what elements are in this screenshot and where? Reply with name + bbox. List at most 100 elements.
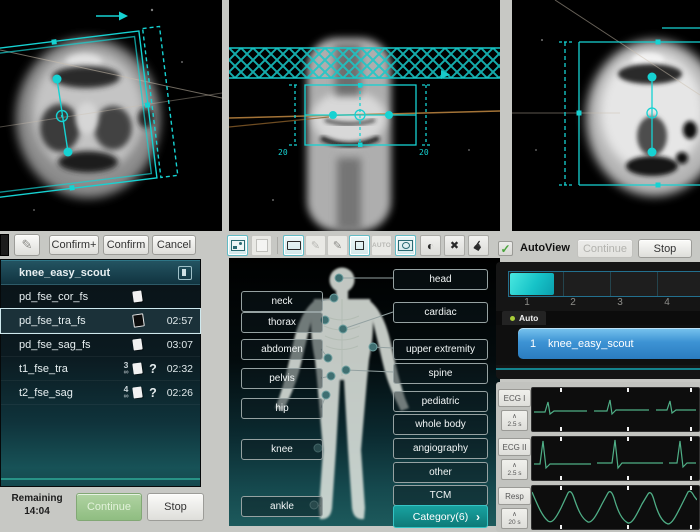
autoview-stop-button[interactable]: Stop bbox=[638, 239, 692, 258]
autoview-label: AutoView bbox=[520, 241, 570, 256]
confirm-plus-label: Confirm+ bbox=[52, 239, 97, 251]
viewport-axial-right[interactable] bbox=[512, 0, 700, 231]
confirm-button[interactable]: Confirm bbox=[103, 235, 149, 255]
fov-size-label-right: 20 bbox=[419, 148, 429, 157]
scan-row-pd-fse-tra-fs[interactable]: pd_fse_tra_fs 02:57 bbox=[1, 309, 200, 333]
auto-tab-label: Auto bbox=[519, 313, 538, 323]
clipboard-icon bbox=[132, 290, 142, 302]
slice-group-link-icon: 4∞ bbox=[119, 385, 133, 400]
fov-size-label-left: 20 bbox=[278, 148, 288, 157]
add-sat-band-button[interactable]: ✎ bbox=[327, 235, 348, 256]
bodypart-knee-button[interactable]: knee bbox=[241, 439, 323, 460]
mri-console-screen: 20 20 bbox=[0, 0, 700, 532]
ecg1-scale-button[interactable]: ∧ 2.5 s bbox=[501, 410, 528, 431]
continue-scan-button[interactable]: Continue bbox=[76, 493, 142, 521]
view-scope-button[interactable] bbox=[395, 235, 416, 256]
sequence-name: t2_fse_sag bbox=[19, 387, 119, 399]
bodypart-ankle-button[interactable]: ankle bbox=[241, 496, 323, 517]
bodypart-abdomen-button[interactable]: abdomen bbox=[241, 339, 323, 360]
resp-scale-button[interactable]: ∧ 20 s bbox=[501, 508, 528, 529]
toolbar-separator bbox=[277, 237, 278, 254]
chevron-up-icon: ∧ bbox=[512, 462, 517, 469]
bodypart-upper-extremity-button[interactable]: upper extremity bbox=[393, 339, 488, 360]
resp-trace-area bbox=[531, 485, 700, 530]
range-handle bbox=[64, 148, 73, 157]
bodypart-thorax-button[interactable]: thorax bbox=[241, 312, 323, 333]
hand-select-button[interactable]: ☛ bbox=[468, 235, 489, 256]
ecg1-label-button[interactable]: ECG I bbox=[498, 389, 531, 407]
viewport-axial-left[interactable] bbox=[0, 0, 222, 231]
ecg2-label-button[interactable]: ECG II bbox=[498, 438, 531, 456]
small-fov-tool-button[interactable] bbox=[349, 235, 370, 256]
timeline-divider-line bbox=[496, 368, 700, 370]
edit-protocol-button[interactable]: ✎ bbox=[14, 234, 40, 256]
scan-progress-fill bbox=[510, 273, 554, 295]
sequence-name: knee_easy_scout bbox=[19, 267, 119, 279]
ecg1-trace-area bbox=[531, 387, 700, 432]
scan-progress-track bbox=[508, 271, 700, 297]
exam-card-tool-button[interactable] bbox=[227, 235, 248, 256]
remaining-value: 14:04 bbox=[2, 505, 72, 518]
auto-tab[interactable]: Auto bbox=[502, 311, 546, 325]
auto-position-button[interactable]: AUTO bbox=[371, 235, 392, 256]
timeline-tick: 4 bbox=[661, 297, 673, 308]
bodypart-angiography-button[interactable]: angiography bbox=[393, 438, 488, 459]
clipboard-icon bbox=[132, 386, 142, 398]
fov-rect-tool-button[interactable] bbox=[283, 235, 304, 256]
autoview-checkbox[interactable]: ✓ bbox=[498, 241, 513, 256]
scan-row-knee-easy-scout[interactable]: knee_easy_scout bbox=[1, 260, 200, 285]
cancel-button[interactable]: Cancel bbox=[152, 235, 196, 255]
bodypart-hip-button[interactable]: hip bbox=[241, 398, 323, 419]
autoview-continue-button[interactable]: Continue bbox=[577, 239, 633, 258]
bodypart-other-button[interactable]: other bbox=[393, 462, 488, 483]
chevron-right-icon: › bbox=[476, 510, 480, 524]
chevron-up-icon: ∧ bbox=[512, 511, 517, 518]
queue-progress-line bbox=[1, 478, 200, 480]
window-level-button[interactable]: ◐ bbox=[420, 235, 441, 256]
range-handle bbox=[648, 73, 657, 82]
bodypart-whole-body-button[interactable]: whole body bbox=[393, 414, 488, 435]
remaining-time: Remaining 14:04 bbox=[2, 492, 72, 518]
scan-row-t2-fse-sag[interactable]: t2_fse_sag 4∞ ? 02:26 bbox=[1, 381, 200, 405]
stop-scan-button[interactable]: Stop bbox=[147, 493, 204, 521]
queue-strip: 1 knee_easy_scout bbox=[496, 325, 700, 365]
copy-page-tool-button[interactable] bbox=[251, 235, 272, 256]
bodypart-head-button[interactable]: head bbox=[393, 269, 488, 290]
cancel-label: Cancel bbox=[157, 239, 191, 251]
scan-row-pd-fse-sag-fs[interactable]: pd_fse_sag_fs 03:07 bbox=[1, 333, 200, 357]
bodypart-cardiac-button[interactable]: cardiac bbox=[393, 302, 488, 323]
bodypart-neck-button[interactable]: neck bbox=[241, 291, 323, 312]
confirm-plus-button[interactable]: Confirm+ bbox=[49, 235, 99, 255]
bodypart-pediatric-button[interactable]: pediatric bbox=[393, 391, 488, 412]
queued-scan-bar[interactable]: 1 knee_easy_scout bbox=[518, 328, 700, 359]
physio-waveform-panel: ECG I ∧ 2.5 s ECG II ∧ 2.5 s bbox=[496, 382, 700, 532]
viewport-coronal-middle[interactable]: 20 20 bbox=[229, 0, 500, 231]
confirm-label: Confirm bbox=[107, 239, 146, 251]
tools-button[interactable]: ✖ bbox=[444, 235, 465, 256]
bodypart-tcm-button[interactable]: TCM bbox=[393, 485, 488, 506]
queue-scan-name: knee_easy_scout bbox=[548, 338, 634, 350]
timeline-tick: 1 bbox=[521, 297, 533, 308]
ecg2-scale-button[interactable]: ∧ 2.5 s bbox=[501, 459, 528, 480]
category-label: Category(6) bbox=[413, 511, 468, 523]
question-badge: ? bbox=[142, 362, 164, 376]
bodypart-pelvis-button[interactable]: pelvis bbox=[241, 368, 323, 389]
scan-row-pd-fse-cor-fs[interactable]: pd_fse_cor_fs bbox=[1, 285, 200, 309]
sequence-name: t1_fse_tra bbox=[19, 363, 119, 375]
edge-tool-button[interactable] bbox=[0, 234, 9, 256]
scan-duration: 02:32 bbox=[167, 363, 200, 375]
add-slice-group-button[interactable]: ✎ bbox=[305, 235, 326, 256]
saturation-band[interactable] bbox=[229, 48, 500, 79]
slice-group-link-icon: 3∞ bbox=[119, 361, 133, 376]
green-dot-icon bbox=[510, 316, 515, 321]
tools-icon: ✖ bbox=[450, 239, 459, 252]
clipboard-icon bbox=[132, 362, 142, 374]
axial-knee-image bbox=[0, 0, 222, 231]
category-button[interactable]: Category(6) › bbox=[393, 505, 488, 528]
scan-queue-panel: knee_easy_scout pd_fse_cor_fs pd_fse_tra… bbox=[0, 259, 201, 487]
bodypart-spine-button[interactable]: spine bbox=[393, 363, 488, 384]
scan-row-t1-fse-tra[interactable]: t1_fse_tra 3∞ ? 02:32 bbox=[1, 357, 200, 381]
axial-knee-image-bright bbox=[512, 0, 700, 231]
chevron-up-icon: ∧ bbox=[512, 413, 517, 420]
resp-label-button[interactable]: Resp bbox=[498, 487, 531, 505]
